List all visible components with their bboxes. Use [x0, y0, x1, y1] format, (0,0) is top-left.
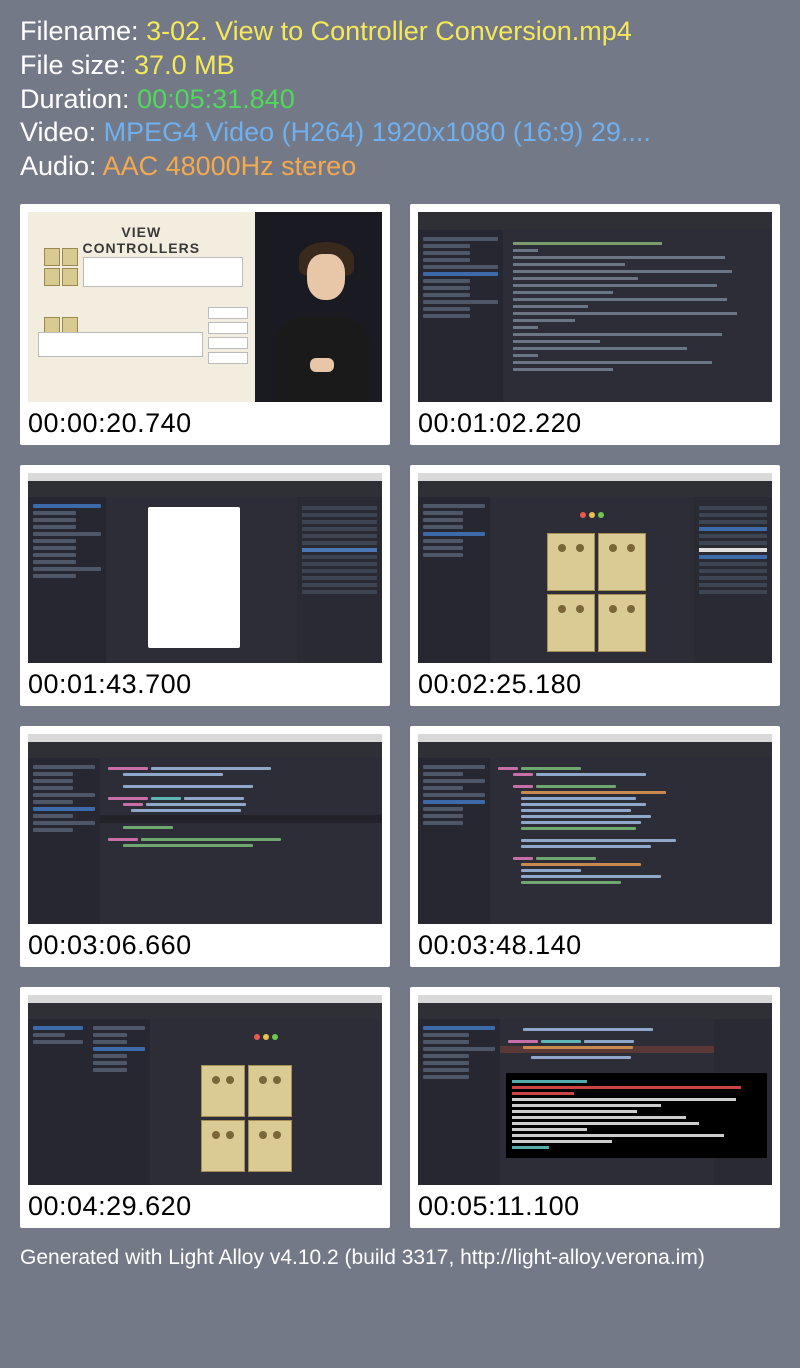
thumbnail-card: 00:04:29.620	[20, 987, 390, 1228]
filesize-value: 37.0 MB	[134, 50, 235, 80]
audio-label: Audio:	[20, 151, 103, 181]
thumbnail-image	[418, 734, 772, 924]
thumbnail-image: VIEW CONTROLLERS	[28, 212, 382, 402]
thumbnail-timestamp: 00:00:20.740	[28, 408, 382, 439]
thumbnail-image	[28, 473, 382, 663]
video-value: MPEG4 Video (H264) 1920x1080 (16:9) 29..…	[104, 117, 651, 147]
thumbnail-image	[418, 212, 772, 402]
file-info-block: Filename: 3-02. View to Controller Conve…	[20, 15, 780, 184]
duration-value: 00:05:31.840	[137, 84, 295, 114]
info-duration-row: Duration: 00:05:31.840	[20, 83, 780, 117]
thumbnail-timestamp: 00:05:11.100	[418, 1191, 772, 1222]
thumbnail-image	[28, 734, 382, 924]
thumbnail-image	[418, 995, 772, 1185]
thumbnail-card: 00:03:06.660	[20, 726, 390, 967]
filename-label: Filename:	[20, 16, 146, 46]
thumbnail-timestamp: 00:02:25.180	[418, 669, 772, 700]
filesize-label: File size:	[20, 50, 134, 80]
info-filesize-row: File size: 37.0 MB	[20, 49, 780, 83]
thumbnail-card: 00:05:11.100	[410, 987, 780, 1228]
info-filename-row: Filename: 3-02. View to Controller Conve…	[20, 15, 780, 49]
thumbnail-card: 00:03:48.140	[410, 726, 780, 967]
thumbnail-timestamp: 00:04:29.620	[28, 1191, 382, 1222]
duration-label: Duration:	[20, 84, 137, 114]
thumbnail-timestamp: 00:03:06.660	[28, 930, 382, 961]
info-audio-row: Audio: AAC 48000Hz stereo	[20, 150, 780, 184]
thumbnail-card: 00:01:02.220	[410, 204, 780, 445]
thumbnail-timestamp: 00:01:02.220	[418, 408, 772, 439]
slide-title: VIEW CONTROLLERS	[70, 224, 212, 256]
info-video-row: Video: MPEG4 Video (H264) 1920x1080 (16:…	[20, 116, 780, 150]
thumbnail-grid: VIEW CONTROLLERS 00:00:20.740	[20, 204, 780, 1228]
thumbnail-timestamp: 00:03:48.140	[418, 930, 772, 961]
thumbnail-timestamp: 00:01:43.700	[28, 669, 382, 700]
footer-text: Generated with Light Alloy v4.10.2 (buil…	[20, 1246, 780, 1270]
thumbnail-card: VIEW CONTROLLERS 00:00:20.740	[20, 204, 390, 445]
audio-value: AAC 48000Hz stereo	[103, 151, 357, 181]
thumbnail-image	[418, 473, 772, 663]
filename-value: 3-02. View to Controller Conversion.mp4	[146, 16, 632, 46]
thumbnail-image	[28, 995, 382, 1185]
thumbnail-card: 00:02:25.180	[410, 465, 780, 706]
presenter	[262, 240, 382, 402]
video-label: Video:	[20, 117, 104, 147]
thumbnail-card: 00:01:43.700	[20, 465, 390, 706]
